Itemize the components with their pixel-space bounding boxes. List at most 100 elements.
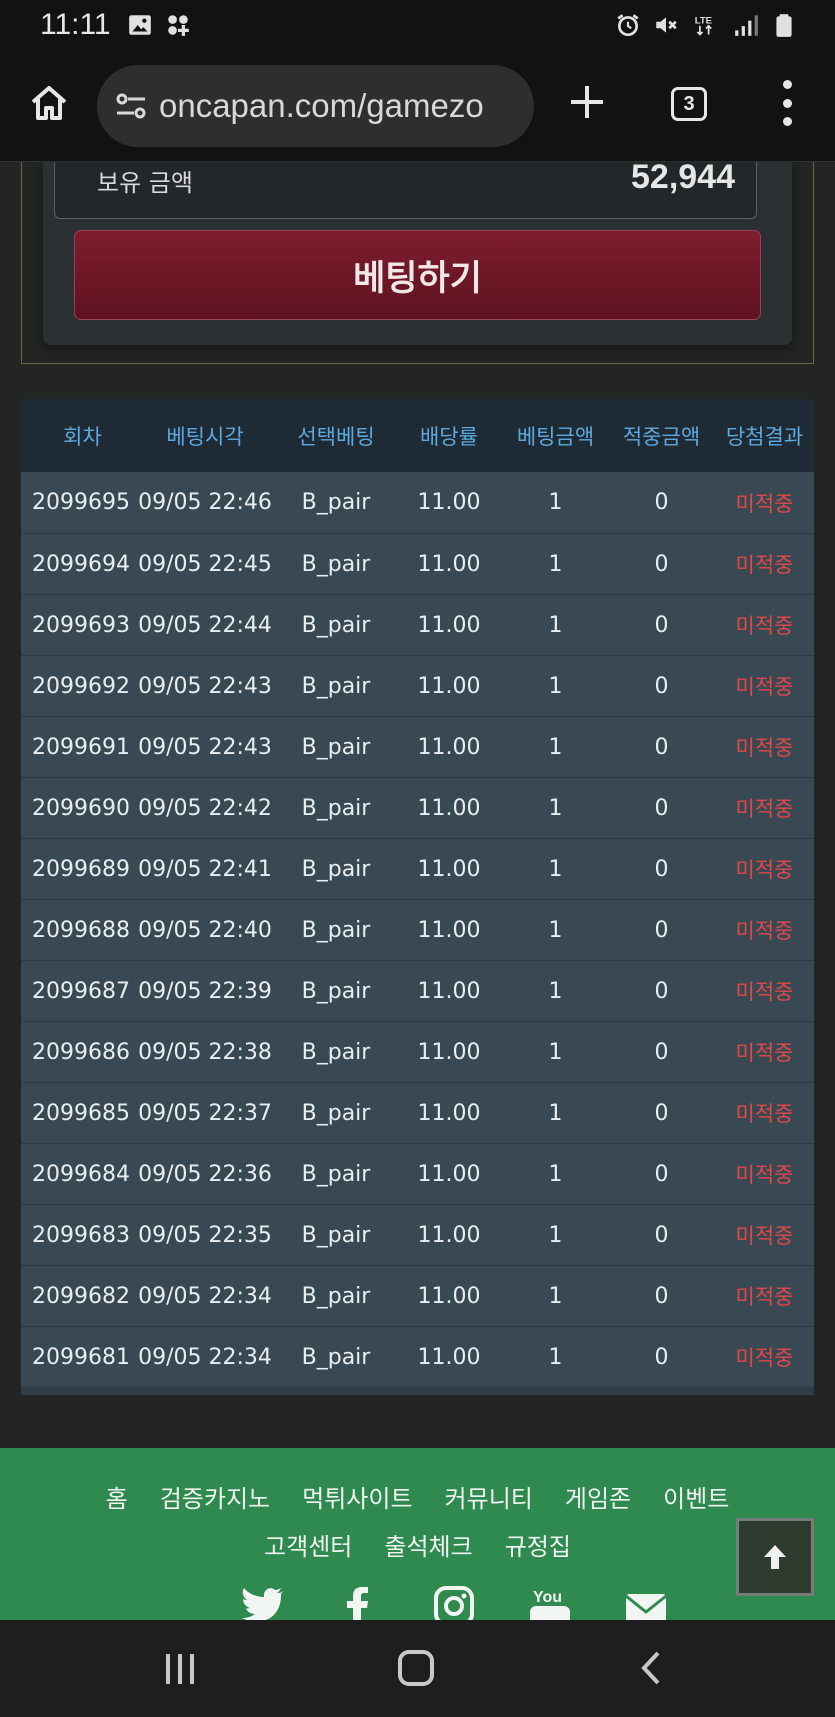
table-cell: 09/05 22:36 [138,1161,272,1187]
table-cell: 0 [654,490,669,515]
url-text[interactable]: oncapan.com/gamezo [159,87,484,125]
table-cell: 2099693 [32,612,130,638]
bet-history-table: 회차 베팅시각 선택베팅 배당률 베팅금액 적중금액 당첨결과 2099695 09/05 2… [21,399,814,1395]
column-header: 베팅금액 [516,424,595,449]
battery-icon [771,12,797,38]
table-cell: 2099691 [32,734,130,760]
table-cell: 09/05 22:43 [138,673,272,699]
column-header: 적중금액 [622,424,701,449]
table-cell: 11.00 [417,1222,481,1248]
table-row[interactable]: 2099681 09/05 22:34 B_pair 11.00 1 0 미적중 [21,1326,814,1387]
back-icon[interactable] [636,1650,666,1686]
table-row[interactable]: 2099688 09/05 22:40 B_pair 11.00 1 0 미적중 [21,899,814,960]
tab-switcher-button[interactable]: 3 [671,87,707,121]
table-cell: 2099692 [32,673,130,699]
recent-apps-icon[interactable] [166,1654,202,1684]
result-cell: 미적중 [735,1163,794,1187]
result-cell: 미적중 [735,858,794,882]
signal-icon [733,12,759,38]
table-row[interactable]: 2099686 09/05 22:38 B_pair 11.00 1 0 미적중 [21,1021,814,1082]
table-row[interactable]: 2099687 09/05 22:39 B_pair 11.00 1 0 미적중 [21,960,814,1021]
result-cell: 미적중 [735,675,794,699]
result-cell: 미적중 [735,1041,794,1065]
table-cell: 11.00 [417,1344,481,1370]
footer-link[interactable]: 커뮤니티 [445,1479,533,1514]
column-header: 회차 [63,424,102,449]
result-cell: 미적중 [735,919,794,943]
footer-link[interactable]: 규정집 [505,1527,571,1562]
footer-link[interactable]: 고객센터 [264,1527,352,1562]
table-cell: 11.00 [417,917,481,943]
table-row[interactable]: 2099693 09/05 22:44 B_pair 11.00 1 0 미적중 [21,594,814,655]
address-bar[interactable]: oncapan.com/gamezo [97,65,534,147]
table-row[interactable]: 2099682 09/05 22:34 B_pair 11.00 1 0 미적중 [21,1265,814,1326]
table-cell: 11.00 [417,490,481,515]
bet-button[interactable]: 베팅하기 [74,230,761,320]
footer-link[interactable]: 먹튀사이트 [302,1479,412,1514]
result-cell: 미적중 [735,1346,794,1370]
table-cell: 09/05 22:37 [138,1100,272,1126]
table-row[interactable]: 2099691 09/05 22:43 B_pair 11.00 1 0 미적중 [21,716,814,777]
table-cell: 2099686 [32,1039,130,1065]
table-cell: 2099689 [32,856,130,882]
table-cell: 2099687 [32,978,130,1004]
table-row[interactable]: 2099685 09/05 22:37 B_pair 11.00 1 0 미적중 [21,1082,814,1143]
arrow-up-icon [764,1545,786,1569]
table-row[interactable]: 2099690 09/05 22:42 B_pair 11.00 1 0 미적중 [21,777,814,838]
table-row[interactable]: 2099684 09/05 22:36 B_pair 11.00 1 0 미적중 [21,1143,814,1204]
table-cell: 09/05 22:44 [138,612,272,638]
table-cell: 09/05 22:43 [138,734,272,760]
table-cell: 2099685 [32,1100,130,1126]
footer-link[interactable]: 홈 [106,1479,128,1514]
table-cell: 1 [548,1283,563,1309]
table-row[interactable]: 2099689 09/05 22:41 B_pair 11.00 1 0 미적중 [21,838,814,899]
result-cell: 미적중 [735,614,794,638]
result-cell: 미적중 [735,553,794,577]
table-cell: 11.00 [417,734,481,760]
table-row[interactable]: 2099692 09/05 22:43 B_pair 11.00 1 0 미적중 [21,655,814,716]
table-cell: 09/05 22:34 [138,1344,272,1370]
table-cell: 11.00 [417,1039,481,1065]
mute-icon [653,12,679,38]
tab-count: 3 [683,92,695,115]
footer-links-row-2: 고객센터 출석체크 규정집 [0,1520,835,1568]
home-button-icon[interactable] [398,1650,434,1686]
result-cell: 미적중 [735,1285,794,1309]
table-cell: 2099694 [32,551,130,577]
table-cell: 2099684 [32,1161,130,1187]
more-menu-icon[interactable] [772,80,802,126]
table-cell: 2099681 [32,1344,130,1370]
result-cell: 미적중 [735,980,794,1004]
table-cell: 0 [654,1283,669,1309]
footer-links: 홈 검증카지노 먹튀사이트 커뮤니티 게임존 이벤트 고객센터 출석체크 규정집 [0,1472,835,1568]
table-cell: 0 [654,1161,669,1187]
table-cell: 1 [548,1222,563,1248]
table-cell: 0 [654,1039,669,1065]
footer-link[interactable]: 검증카지노 [160,1479,270,1514]
table-cell: B_pair [301,978,371,1004]
table-cell: 2099683 [32,1222,130,1248]
site-settings-icon[interactable] [113,88,149,124]
table-cell: 1 [548,673,563,699]
table-cell: 09/05 22:34 [138,1283,272,1309]
table-cell: 1 [548,734,563,760]
home-icon[interactable] [28,82,70,124]
table-cell: 1 [548,856,563,882]
footer-link[interactable]: 이벤트 [663,1479,729,1514]
result-cell: 미적중 [735,736,794,760]
table-cell: 1 [548,978,563,1004]
scroll-to-top-button[interactable] [736,1518,814,1596]
table-cell: B_pair [301,1344,371,1370]
table-cell: 0 [654,734,669,760]
table-cell: B_pair [301,1283,371,1309]
table-row[interactable]: 2099695 09/05 22:46 B_pair 11.00 1 0 미적중 [21,472,814,533]
footer-link[interactable]: 출석체크 [384,1527,472,1562]
table-cell: B_pair [301,612,371,638]
table-row[interactable]: 2099683 09/05 22:35 B_pair 11.00 1 0 미적중 [21,1204,814,1265]
footer-link[interactable]: 게임존 [565,1479,631,1514]
table-row[interactable]: 2099694 09/05 22:45 B_pair 11.00 1 0 미적중 [21,533,814,594]
table-cell: B_pair [301,1039,371,1065]
table-cell: 2099695 [32,490,130,515]
new-tab-icon[interactable] [567,82,607,122]
table-cell: 1 [548,1161,563,1187]
